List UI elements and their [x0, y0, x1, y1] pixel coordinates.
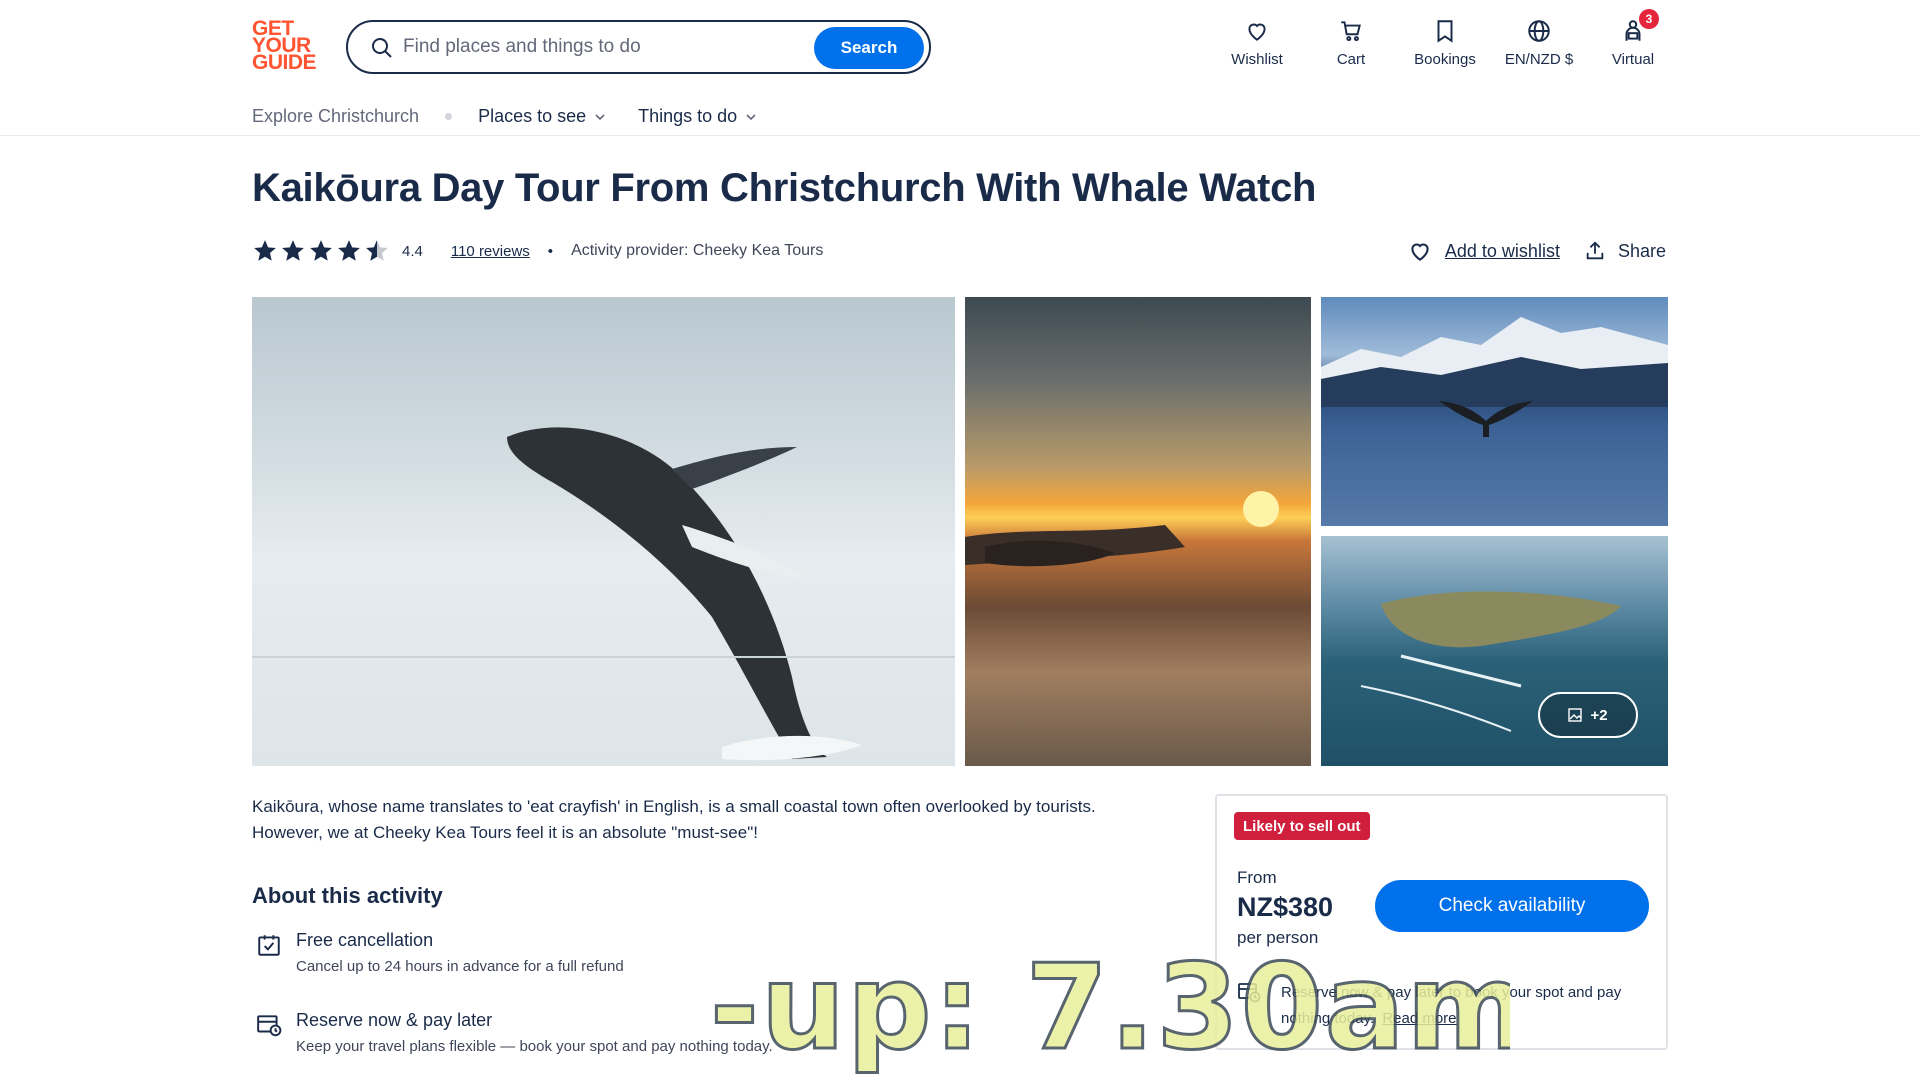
share-label: Share	[1617, 240, 1666, 261]
chevron-down-icon	[595, 113, 605, 120]
nav-virtual[interactable]: 3 Virtual	[1586, 9, 1680, 78]
add-to-wishlist-label: Add to wishlist	[1444, 240, 1560, 261]
star-rating	[252, 238, 392, 264]
share-button[interactable]: Share	[1584, 240, 1666, 262]
check-availability-button[interactable]: Check availability	[1375, 880, 1649, 932]
reserve-note: Reserve now & pay later to book your spo…	[1281, 980, 1653, 1032]
more-photos-button[interactable]: +2	[1538, 692, 1638, 738]
rating-value: 4.4	[402, 242, 423, 260]
likely-to-sell-out-badge: Likely to sell out	[1234, 812, 1370, 840]
read-more-link[interactable]: Read more	[1382, 1010, 1456, 1027]
description-line-1: Kaikōura, whose name translates to 'eat …	[252, 797, 1096, 816]
feature-subtitle: Keep your travel plans flexible — book y…	[296, 1038, 773, 1055]
nav-bookings[interactable]: Bookings	[1398, 18, 1492, 78]
chevron-down-icon	[746, 113, 756, 120]
about-activity-heading: About this activity	[252, 883, 443, 908]
meta-separator: •	[547, 242, 554, 260]
nav-virtual-label: Virtual	[1611, 51, 1655, 68]
bookings-icon	[1437, 20, 1453, 43]
explore-link[interactable]: Explore Christchurch	[252, 106, 419, 127]
gallery-photo-whale-tail[interactable]	[1321, 297, 1668, 526]
feature-title: Reserve now & pay later	[296, 1010, 493, 1030]
feature-subtitle: Cancel up to 24 hours in advance for a f…	[296, 958, 624, 975]
price-per-person: per person	[1237, 928, 1319, 947]
calendar-clock-icon	[257, 1015, 282, 1037]
sunset-illustration	[965, 491, 1279, 567]
calendar-check-icon	[258, 935, 280, 956]
getyourguide-logo[interactable]: GET YOUR GUIDE	[252, 18, 320, 74]
header-nav: Wishlist Cart Bookings EN/NZD $ 3 Virtua…	[1210, 9, 1680, 78]
description-line-2: However, we at Cheeky Kea Tours feel it …	[252, 823, 758, 842]
gallery-photo-whale-breach[interactable]	[252, 297, 955, 766]
notification-badge: 3	[1639, 9, 1659, 29]
search-button[interactable]: Search	[814, 27, 924, 69]
things-to-do-label: Things to do	[638, 106, 738, 126]
nav-wishlist[interactable]: Wishlist	[1210, 18, 1304, 78]
places-to-see-label: Places to see	[478, 106, 587, 126]
site-header: GET YOUR GUIDE Search Wishlist Cart Book	[0, 0, 1920, 92]
star-icon	[338, 240, 360, 261]
logo-line-3: GUIDE	[252, 51, 317, 74]
price-value: NZ$380	[1237, 892, 1334, 922]
calendar-clock-icon	[1238, 983, 1261, 1003]
page-title: Kaikōura Day Tour From Christchurch With…	[252, 166, 1317, 210]
nav-language-currency[interactable]: EN/NZD $	[1492, 18, 1586, 78]
whale-illustration	[252, 427, 955, 761]
star-icon	[282, 240, 304, 261]
gallery-photo-sunset-beach[interactable]	[965, 297, 1311, 766]
activity-description: Kaikōura, whose name translates to 'eat …	[252, 794, 1172, 846]
heart-icon	[1248, 23, 1266, 41]
image-icon	[1568, 708, 1583, 722]
search-icon	[372, 38, 392, 58]
secondary-nav: Explore Christchurch Places to see Thing…	[0, 96, 1920, 136]
share-icon	[1586, 241, 1604, 260]
nav-wishlist-label: Wishlist	[1231, 51, 1283, 68]
half-star-icon	[366, 240, 388, 261]
nav-bookings-label: Bookings	[1414, 51, 1476, 68]
reviews-link[interactable]: 110 reviews	[451, 243, 530, 260]
add-to-wishlist-button[interactable]: Add to wishlist	[1407, 238, 1560, 264]
heart-icon	[1411, 243, 1429, 261]
nav-language-label: EN/NZD $	[1504, 51, 1574, 68]
gallery-photo-peninsula-aerial[interactable]: +2	[1321, 536, 1668, 766]
price-from-label: From	[1237, 868, 1277, 887]
photo-gallery: +2	[252, 297, 1668, 766]
things-to-do-menu[interactable]: Things to do	[638, 106, 757, 127]
feature-title: Free cancellation	[296, 930, 434, 950]
nav-dot-separator	[445, 113, 453, 120]
rating-row: 4.4 110 reviews • Activity provider: Che…	[252, 238, 823, 264]
activity-provider: Activity provider: Cheeky Kea Tours	[571, 242, 824, 259]
booking-card: Likely to sell out From NZ$380 per perso…	[1215, 794, 1668, 1050]
search-bar: Search	[346, 20, 931, 74]
whale-tail-illustration	[1321, 317, 1668, 437]
places-to-see-menu[interactable]: Places to see	[478, 106, 606, 127]
star-icon	[254, 240, 276, 261]
globe-icon	[1528, 20, 1550, 42]
nav-cart-label: Cart	[1336, 51, 1366, 68]
cart-icon	[1341, 21, 1361, 42]
nav-cart[interactable]: Cart	[1304, 18, 1398, 78]
star-icon	[310, 240, 332, 261]
more-photos-count: +2	[1590, 706, 1608, 724]
title-actions: Add to wishlist Share	[1407, 238, 1666, 264]
search-input[interactable]	[403, 32, 823, 62]
